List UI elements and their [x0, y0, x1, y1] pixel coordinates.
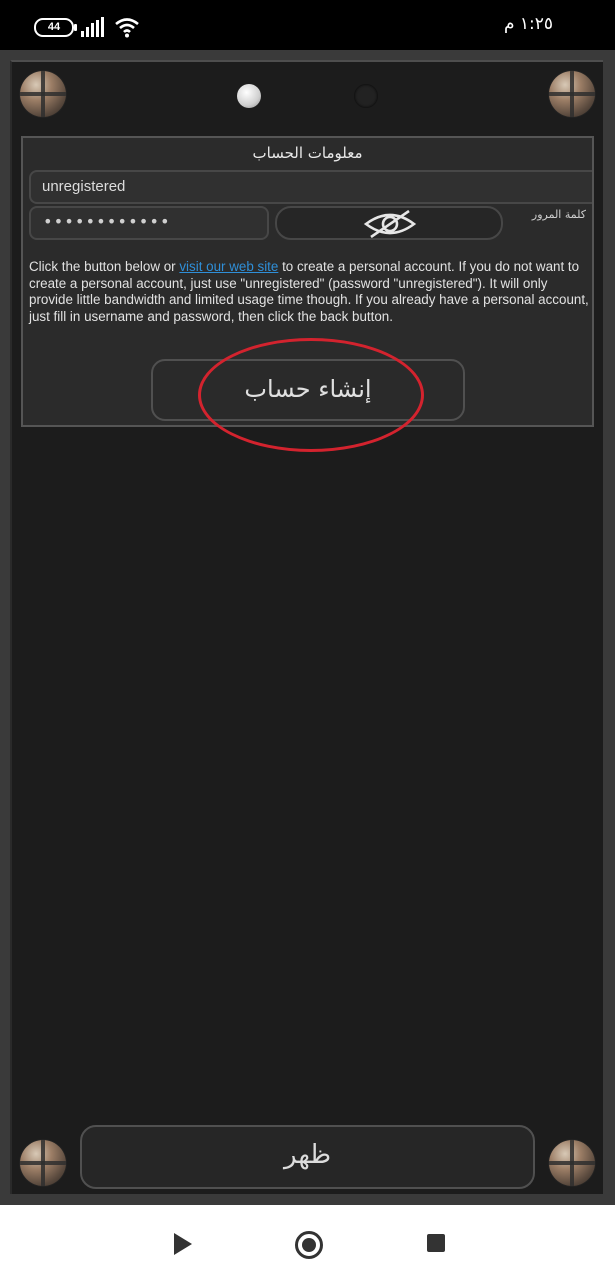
signal-icon [81, 17, 104, 37]
visit-website-link[interactable]: visit our web site [179, 259, 278, 274]
eye-off-icon [363, 210, 417, 238]
system-nav-bar [0, 1205, 615, 1280]
create-account-button[interactable]: إنشاء حساب [151, 359, 465, 421]
info-text-part-1: Click the button below or [29, 259, 180, 274]
screw-decoration-bottom-right [549, 1140, 595, 1186]
nav-recents-icon[interactable] [427, 1234, 445, 1252]
screw-decoration-bottom-left [20, 1140, 66, 1186]
back-button-label: ظهر [283, 1140, 332, 1170]
account-info-panel: معلومات الحساب unregistered ••••••••••••… [21, 136, 594, 427]
username-value: unregistered [42, 178, 126, 195]
username-field[interactable]: unregistered [29, 170, 592, 204]
nav-back-icon[interactable] [174, 1233, 192, 1255]
page-indicator-2[interactable] [354, 84, 378, 108]
battery-icon: 44 [34, 18, 77, 37]
create-account-label: إنشاء حساب [244, 375, 372, 403]
password-field[interactable]: •••••••••••• [29, 206, 269, 240]
password-value: •••••••••••• [43, 212, 171, 231]
back-button[interactable]: ظهر [80, 1125, 535, 1189]
account-info-title: معلومات الحساب [252, 144, 363, 162]
password-label: كلمة المرور [531, 208, 586, 221]
screw-decoration-top-left [20, 71, 66, 117]
screw-decoration-top-right [549, 71, 595, 117]
wifi-icon [115, 18, 139, 38]
status-bar: 44 ١:٢٥ م [0, 0, 615, 50]
show-password-toggle[interactable] [275, 206, 503, 240]
nav-home-icon[interactable] [295, 1231, 323, 1259]
page-indicator-1[interactable] [237, 84, 261, 108]
account-info-text: Click the button below or visit our web … [29, 259, 589, 325]
status-time: ١:٢٥ م [503, 14, 553, 34]
